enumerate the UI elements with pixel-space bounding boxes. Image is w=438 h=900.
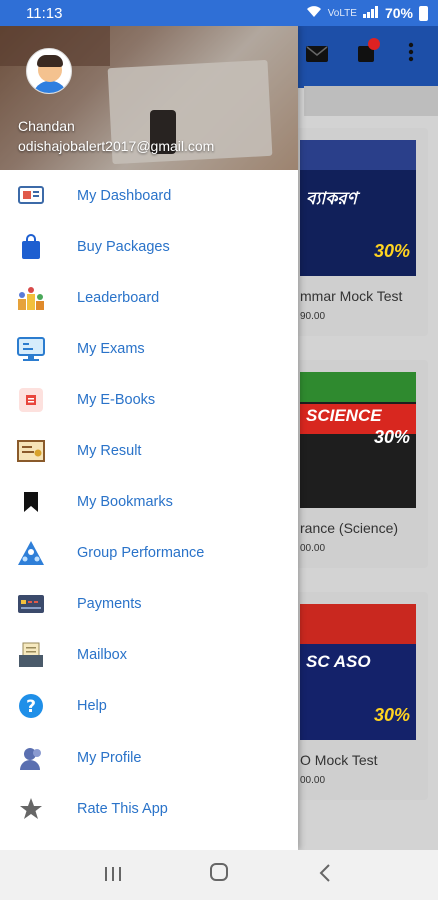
signal-icon — [362, 5, 379, 21]
star-icon — [16, 794, 46, 824]
package-cover: ব্যাকরণ 30% — [300, 140, 416, 276]
drawer-header: Chandan odishajobalert2017@gmail.com — [0, 26, 298, 170]
help-icon: ? — [16, 691, 46, 721]
menu-item-leaderboard[interactable]: Leaderboard — [0, 272, 298, 323]
mailbox-icon — [16, 640, 46, 670]
status-bar: 11:13 VoLTE 70% — [0, 0, 438, 26]
menu-item-my-exams[interactable]: My Exams — [0, 323, 298, 374]
menu-item-group-performance[interactable]: Group Performance — [0, 528, 298, 579]
menu-item-my-ebooks[interactable]: My E-Books — [0, 374, 298, 425]
monitor-exam-icon — [16, 334, 46, 364]
system-navigation-bar — [0, 850, 438, 900]
menu-item-buy-packages[interactable]: Buy Packages — [0, 221, 298, 272]
user-name: Chandan — [18, 118, 75, 134]
notification-badge — [368, 38, 380, 50]
recent-apps-button[interactable] — [93, 862, 133, 888]
dashboard-icon — [16, 181, 46, 211]
avatar[interactable] — [26, 48, 72, 94]
volte-indicator: VoLTE — [327, 7, 357, 19]
svg-text:?: ? — [26, 697, 36, 717]
group-performance-icon — [16, 538, 46, 568]
package-card: SC ASO 30% O Mock Test 00.00 — [288, 592, 428, 800]
certificate-icon — [16, 436, 46, 466]
package-card: SCIENCE 30% rance (Science) 00.00 — [288, 360, 428, 568]
wifi-icon — [306, 5, 322, 21]
battery-icon — [419, 5, 428, 21]
home-button[interactable] — [199, 862, 239, 888]
menu-item-rate-this-app[interactable]: Rate This App — [0, 783, 298, 834]
package-cover: SC ASO 30% — [300, 604, 416, 740]
user-email: odishajobalert2017@gmail.com — [18, 138, 215, 154]
drawer-menu: My Dashboard Buy Packages Leaderboard My… — [0, 170, 298, 834]
menu-item-my-dashboard[interactable]: My Dashboard — [0, 170, 298, 221]
payment-card-icon — [16, 589, 46, 619]
back-button[interactable] — [305, 862, 345, 888]
ebook-icon — [16, 385, 46, 415]
profile-icon — [16, 743, 46, 773]
menu-item-mailbox[interactable]: Mailbox — [0, 630, 298, 681]
navigation-drawer: Chandan odishajobalert2017@gmail.com My … — [0, 26, 298, 850]
battery-percent: 70% — [384, 5, 413, 21]
menu-item-my-profile[interactable]: My Profile — [0, 732, 298, 783]
status-time: 11:13 — [26, 4, 63, 22]
menu-item-help[interactable]: ? Help — [0, 681, 298, 732]
menu-item-payments[interactable]: Payments — [0, 579, 298, 630]
bookmark-icon — [16, 487, 46, 517]
shopping-bag-icon — [16, 232, 46, 262]
menu-item-my-result[interactable]: My Result — [0, 425, 298, 476]
mail-icon — [306, 42, 328, 68]
more-options-icon — [408, 42, 414, 68]
package-cover: SCIENCE 30% — [300, 372, 416, 508]
menu-item-my-bookmarks[interactable]: My Bookmarks — [0, 477, 298, 528]
leaderboard-icon — [16, 283, 46, 313]
package-card: ব্যাকরণ 30% mmar Mock Test 90.00 — [288, 128, 428, 336]
